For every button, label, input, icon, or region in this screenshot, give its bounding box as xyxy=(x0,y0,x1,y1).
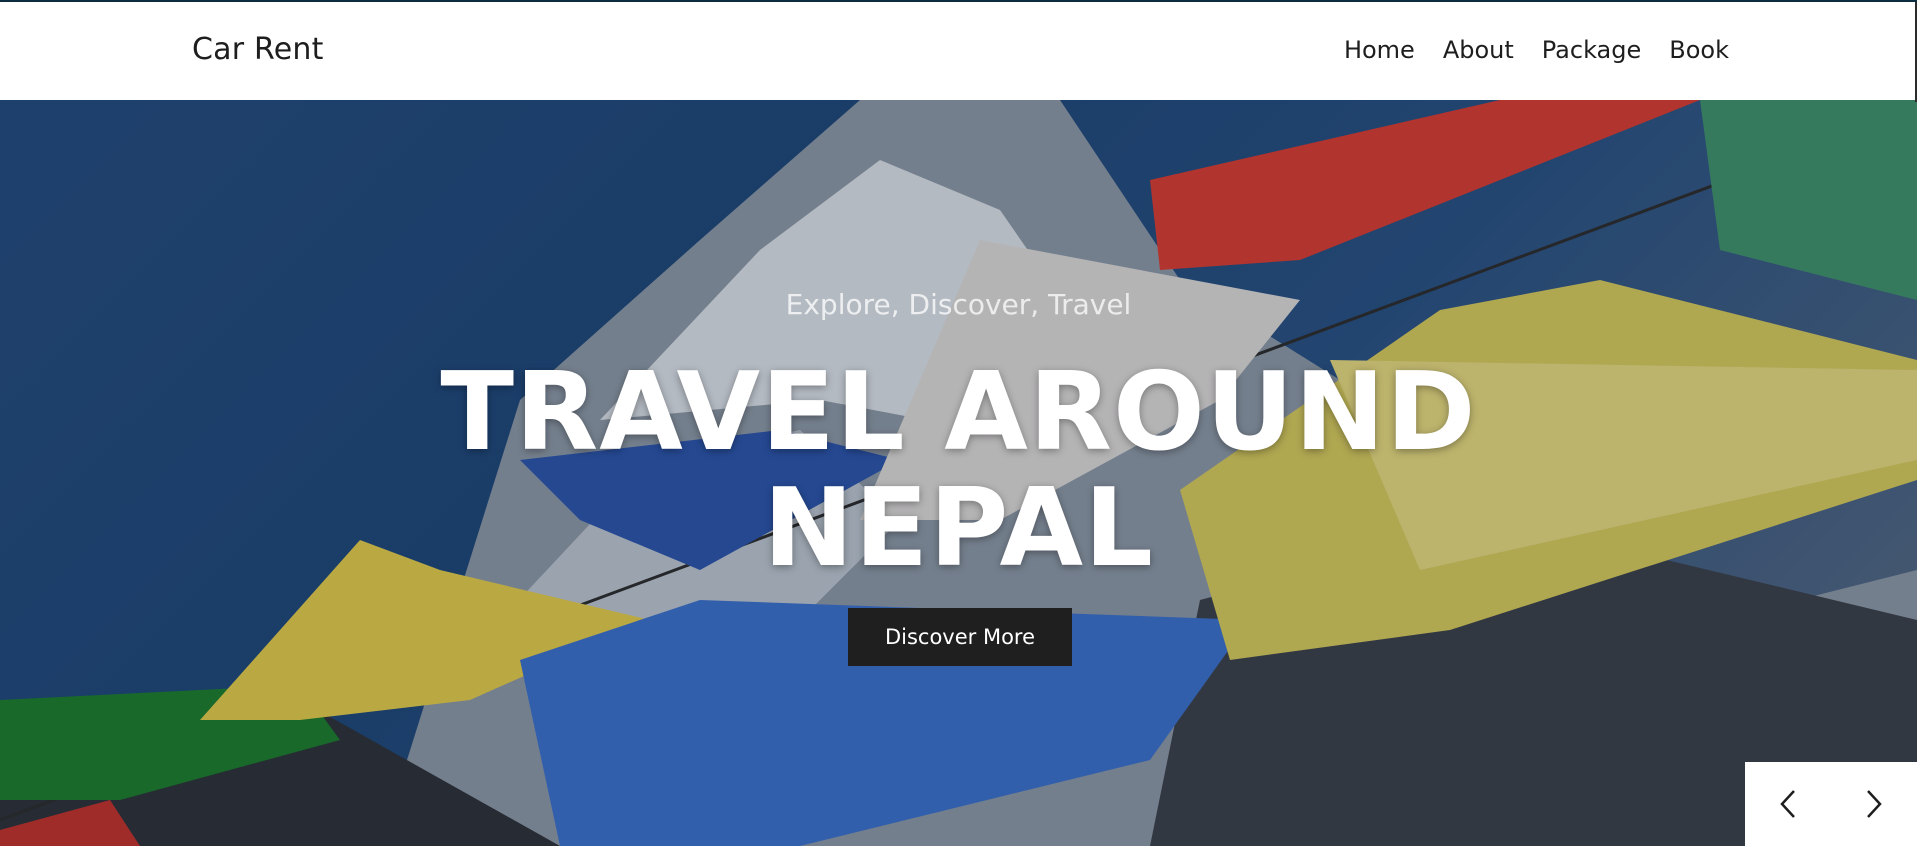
hero-subtitle: Explore, Discover, Travel xyxy=(785,288,1132,321)
hero-title: TRAVEL AROUND NEPAL xyxy=(0,355,1917,587)
nav-link-package[interactable]: Package xyxy=(1542,36,1641,64)
chevron-left-icon xyxy=(1780,790,1795,818)
navbar: Car Rent Home About Package Book xyxy=(0,2,1917,102)
nav-link-book[interactable]: Book xyxy=(1669,36,1729,64)
hero-content: Explore, Discover, Travel TRAVEL AROUND … xyxy=(0,100,1917,846)
nav-link-about[interactable]: About xyxy=(1443,36,1514,64)
nav-link-home[interactable]: Home xyxy=(1344,36,1415,64)
chevron-right-icon xyxy=(1867,790,1882,818)
prev-slide-button[interactable] xyxy=(1745,762,1831,846)
top-accent-line xyxy=(0,0,1917,2)
hero-title-line1: TRAVEL AROUND xyxy=(440,350,1477,475)
nav-menu: Home About Package Book xyxy=(1344,36,1729,64)
hero-title-line2: NEPAL xyxy=(763,466,1154,591)
hero-slider: Explore, Discover, Travel TRAVEL AROUND … xyxy=(0,100,1917,846)
slider-controls xyxy=(1745,762,1917,846)
next-slide-button[interactable] xyxy=(1831,762,1917,846)
brand-logo[interactable]: Car Rent xyxy=(192,32,324,67)
discover-more-button[interactable]: Discover More xyxy=(848,608,1072,666)
